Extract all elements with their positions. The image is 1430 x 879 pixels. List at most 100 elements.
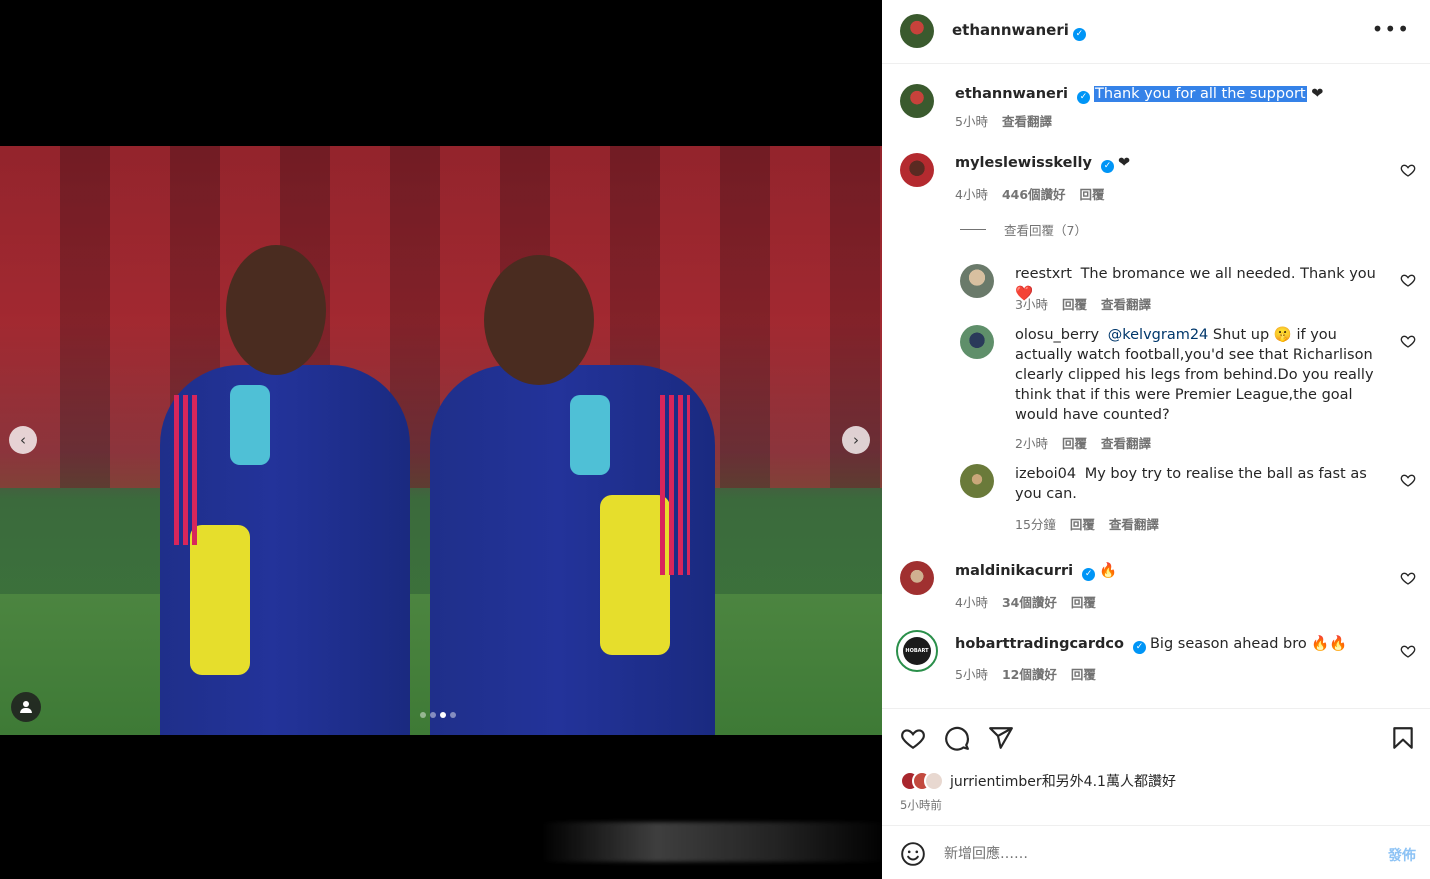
timestamp: 4小時 <box>955 187 988 202</box>
comment-text: 🔥 <box>1099 563 1118 579</box>
more-horizontal-icon[interactable]: ••• <box>1372 19 1410 39</box>
reply: olosu_berry @kelvgram24 Shut up 🤫 if you… <box>1015 325 1393 425</box>
caption-text: Thank you for all the support <box>1094 86 1307 102</box>
avatar[interactable] <box>900 153 934 187</box>
emoji-icon[interactable] <box>900 841 926 867</box>
reply-username[interactable]: olosu_berry <box>1015 327 1104 343</box>
reply-button[interactable]: 回覆 <box>1070 514 1095 533</box>
reply-button[interactable]: 回覆 <box>1080 184 1105 203</box>
author-username[interactable]: ethannwaneri ✓ <box>952 21 1086 41</box>
heart-icon[interactable] <box>1400 570 1416 586</box>
reply: izeboi04 My boy try to realise the ball … <box>1015 464 1385 504</box>
heart-icon[interactable] <box>900 725 926 751</box>
chevron-right-icon[interactable]: › <box>842 426 870 454</box>
chevron-left-icon[interactable]: ‹ <box>9 426 37 454</box>
divider <box>960 229 986 230</box>
reply-meta: 3小時 回覆 查看翻譯 <box>1015 294 1165 313</box>
post-timestamp: 5小時前 <box>900 798 942 812</box>
post-photo[interactable] <box>0 146 882 735</box>
likes-count[interactable]: 446個讚好 <box>1002 184 1066 203</box>
comment-meta: 4小時 34個讚好 回覆 <box>955 592 1110 611</box>
comment-icon[interactable] <box>944 725 970 751</box>
verified-badge-icon: ✓ <box>1082 568 1096 581</box>
verified-badge-icon: ✓ <box>1072 28 1086 41</box>
timestamp: 5小時 <box>955 667 988 682</box>
caption: ethannwaneri ✓ Thank you for all the supp… <box>955 84 1395 104</box>
post-header: ethannwaneri ✓ ••• <box>882 0 1430 64</box>
comment-meta: 5小時 12個讚好 回覆 <box>955 664 1110 683</box>
caption-username[interactable]: ethannwaneri <box>955 86 1073 102</box>
carousel-dot <box>420 712 426 718</box>
post-button[interactable]: 發佈 <box>1388 845 1416 865</box>
timestamp: 2小時 <box>1015 436 1048 451</box>
heart-icon[interactable] <box>1400 272 1416 288</box>
reply-username[interactable]: izeboi04 <box>1015 466 1081 482</box>
add-comment-bar: 發佈 <box>882 825 1430 879</box>
timestamp: 15分鐘 <box>1015 517 1056 532</box>
comment-username[interactable]: maldinikacurri <box>955 563 1078 579</box>
verified-badge-icon: ✓ <box>1100 160 1114 173</box>
comment-input[interactable] <box>944 842 1344 866</box>
translate-button[interactable]: 查看翻譯 <box>1109 514 1159 533</box>
player-left <box>160 195 420 735</box>
comment-username[interactable]: hobarttradingcardco <box>955 636 1129 652</box>
comment: myleslewisskelly ✓ ❤ <box>955 153 1375 173</box>
likes-count[interactable]: 34個讚好 <box>1002 592 1057 611</box>
comment: hobarttradingcardco ✓ Big season ahead br… <box>955 634 1375 654</box>
reply-button[interactable]: 回覆 <box>1071 664 1096 683</box>
avatar[interactable] <box>960 264 994 298</box>
comments-panel: ethannwaneri ✓ ••• ethannwaneri ✓ Thank yo… <box>882 0 1430 879</box>
avatar[interactable]: HOBART <box>896 630 938 672</box>
media-area: ‹ › <box>0 0 890 879</box>
caption-emoji: ❤ <box>1306 86 1324 102</box>
verified-badge-icon: ✓ <box>1132 641 1146 654</box>
translate-button[interactable]: 查看翻譯 <box>1101 294 1151 313</box>
likes-suffix: 和另外4.1萬人都讚好 <box>1041 774 1176 790</box>
reply-button[interactable]: 回覆 <box>1062 294 1087 313</box>
timestamp: 4小時 <box>955 595 988 610</box>
player-right <box>430 195 720 735</box>
translate-button[interactable]: 查看翻譯 <box>1002 111 1052 130</box>
reply-button[interactable]: 回覆 <box>1062 433 1087 452</box>
bookmark-icon[interactable] <box>1390 725 1416 751</box>
user-tag-icon[interactable] <box>11 692 41 722</box>
heart-icon[interactable] <box>1400 162 1416 178</box>
instagram-post-viewer: ‹ › ethannwaneri ✓ ••• ethannwaneri ✓ Than… <box>0 0 1430 879</box>
avatar-logo-text: HOBART <box>903 637 931 665</box>
heart-icon[interactable] <box>1400 333 1416 349</box>
comment-username[interactable]: myleslewisskelly <box>955 155 1097 171</box>
send-icon[interactable] <box>988 725 1014 751</box>
likes-summary: jurrientimber和另外4.1萬人都讚好 <box>900 771 1176 791</box>
reply-username[interactable]: reestxrt <box>1015 266 1077 282</box>
likes-count[interactable]: 12個讚好 <box>1002 664 1057 683</box>
heart-icon[interactable] <box>1400 472 1416 488</box>
comment-meta: 4小時 446個讚好 回覆 <box>955 184 1119 203</box>
avatar[interactable] <box>900 561 934 595</box>
reply-meta: 2小時 回覆 查看翻譯 <box>1015 433 1165 452</box>
timestamp: 5小時 <box>955 114 988 129</box>
carousel-dot <box>450 712 456 718</box>
heart-icon[interactable] <box>1400 643 1416 659</box>
avatar[interactable] <box>900 14 934 48</box>
avatar[interactable] <box>960 325 994 359</box>
reply-meta: 15分鐘 回覆 查看翻譯 <box>1015 514 1173 533</box>
carousel-dots <box>420 712 456 718</box>
blurred-overlay <box>540 822 890 862</box>
caption-meta: 5小時 查看翻譯 <box>955 111 1066 130</box>
timestamp: 3小時 <box>1015 297 1048 312</box>
view-replies-button[interactable]: 查看回覆（7） <box>960 220 1087 239</box>
avatar <box>924 771 944 791</box>
post-actions: jurrientimber和另外4.1萬人都讚好 5小時前 <box>882 708 1430 825</box>
avatar[interactable] <box>960 464 994 498</box>
comment: maldinikacurri ✓ 🔥 <box>955 561 1375 581</box>
translate-button[interactable]: 查看翻譯 <box>1101 433 1151 452</box>
carousel-dot-active <box>440 712 446 718</box>
verified-badge-icon: ✓ <box>1077 91 1091 104</box>
avatar[interactable] <box>900 84 934 118</box>
mention-link[interactable]: @kelvgram24 <box>1108 327 1209 343</box>
carousel-dot <box>430 712 436 718</box>
likes-text[interactable]: jurrientimber和另外4.1萬人都讚好 <box>950 771 1176 791</box>
reply-button[interactable]: 回覆 <box>1071 592 1096 611</box>
liked-by-username[interactable]: jurrientimber <box>950 774 1042 790</box>
comment-text: Big season ahead bro 🔥🔥 <box>1149 636 1348 652</box>
